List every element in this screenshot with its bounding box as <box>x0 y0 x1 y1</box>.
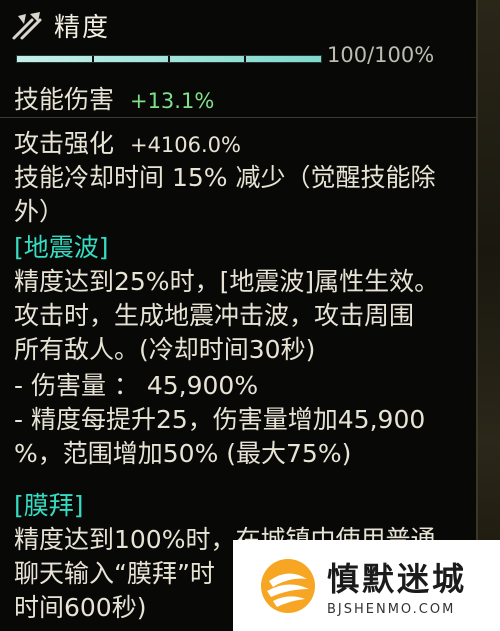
cooldown-line: 技能冷却时间 15% 减少（觉醒技能除 <box>14 163 436 192</box>
watermark-name: 慎默迷城 <box>327 560 468 598</box>
skill-damage-value: +13.1% <box>129 89 215 113</box>
section-text-line: 攻击时，生成地震冲击波，攻击周围 <box>14 301 415 330</box>
watermark-logo: 慎默迷城 BJSHENMO.COM <box>233 540 500 631</box>
section-text-line: 精度达到25%时，[地震波]属性生效。 <box>14 267 440 296</box>
section-text-line: 所有敌人。(冷却时间30秒) <box>14 335 316 364</box>
divider <box>0 117 476 118</box>
crossed-weapons-icon <box>12 12 42 40</box>
section-text-line: - 精度每提升25，伤害量增加45,900 <box>14 405 426 434</box>
skill-damage-row: 技能伤害 +13.1% <box>14 80 214 116</box>
section-title-worship: [膜拜] <box>14 491 84 520</box>
progress-label: 100/100% <box>327 43 435 67</box>
background-panel <box>478 0 500 631</box>
attack-boost-value: +4106.0% <box>129 133 241 157</box>
attack-boost-row: 攻击强化 +4106.0% <box>14 124 241 160</box>
watermark-text: 慎默迷城 BJSHENMO.COM <box>327 554 467 617</box>
attack-boost-label: 攻击强化 <box>14 129 115 158</box>
progress-segment <box>168 56 170 62</box>
cooldown-line-cont: 外） <box>14 197 65 226</box>
section-text-line: %，范围增加50% (最大75%) <box>14 439 352 468</box>
tooltip-title: 精度 <box>54 12 111 43</box>
tooltip-header: 精度 <box>10 6 110 44</box>
watermark-domain: BJSHENMO.COM <box>327 602 456 617</box>
section-title-earthquake: [地震波] <box>14 233 109 262</box>
progress-segment <box>244 56 246 62</box>
section-text-line: - 伤害量 ： 45,900% <box>14 371 259 400</box>
skill-damage-label: 技能伤害 <box>14 85 115 114</box>
item-tooltip: 精度 100/100% 技能伤害 +13.1% 攻击强化 +4106.0% 技能… <box>0 0 478 631</box>
flame-logo-icon <box>261 558 315 613</box>
progress-segment <box>92 56 94 62</box>
progress-bar <box>16 55 322 63</box>
section-text-line: 聊天输入“膜拜”时 <box>14 559 215 588</box>
section-text-line: 时间600秒) <box>14 593 147 622</box>
